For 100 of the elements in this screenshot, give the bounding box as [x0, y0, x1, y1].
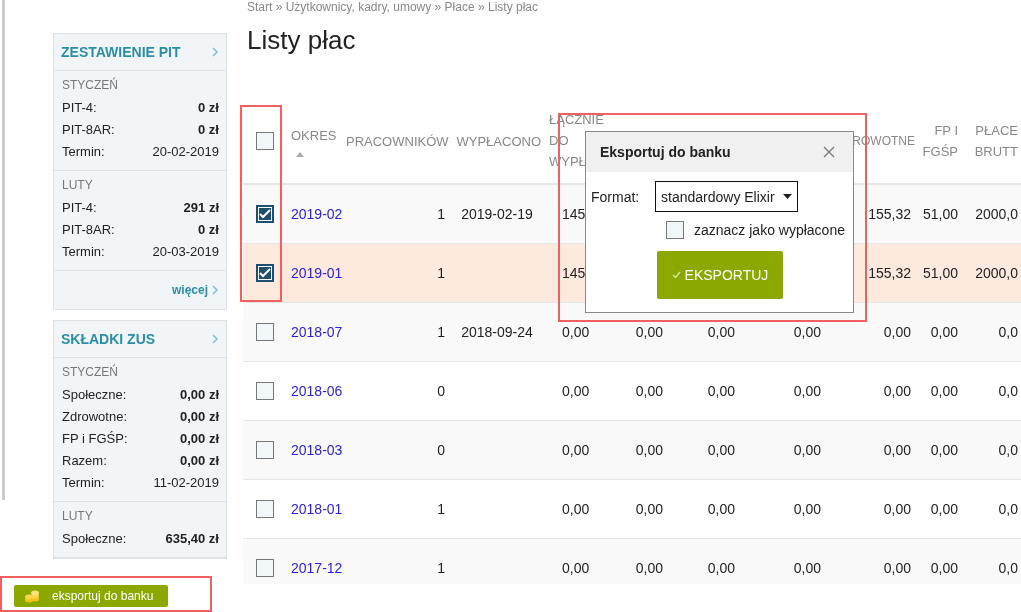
- table-cell: 0,00: [793, 442, 821, 458]
- format-label: Format:: [591, 188, 641, 205]
- table-cell: 0,00: [562, 324, 590, 340]
- table-cell: 0,00: [793, 324, 821, 340]
- export-button[interactable]: EKSPORTUJ: [657, 251, 783, 299]
- checkbox[interactable]: [256, 323, 274, 342]
- table-cell: 0,00: [635, 501, 663, 517]
- row-label: Społeczne:: [62, 530, 127, 548]
- table-cell: 0,00: [635, 560, 663, 576]
- table-cell: 51,00: [922, 206, 958, 222]
- row-value: 0,00 zł: [179, 430, 219, 448]
- period-link[interactable]: 2018-06: [291, 383, 343, 399]
- row-label: PIT-4:: [62, 99, 97, 117]
- table-cell: 0,00: [707, 560, 735, 576]
- table-cell: 0,00: [930, 501, 958, 517]
- checkbox[interactable]: [256, 559, 274, 578]
- row-label: Zdrowotne:: [62, 408, 128, 426]
- column-header[interactable]: OKRES: [291, 125, 337, 146]
- checkbox[interactable]: [256, 500, 274, 519]
- column-header[interactable]: PRACOWNIKÓW: [346, 130, 449, 152]
- row-value: 291 zł: [183, 199, 219, 217]
- table-cell: 155,32: [868, 206, 911, 222]
- row-value: 0 zł: [198, 99, 219, 117]
- period-link[interactable]: 2019-01: [291, 265, 343, 281]
- table-cell: 155,32: [868, 265, 911, 281]
- row-label: Termin:: [62, 243, 105, 261]
- period-link[interactable]: 2018-07: [291, 324, 343, 340]
- table-cell: 1: [437, 265, 445, 281]
- checkbox[interactable]: [256, 382, 274, 401]
- check-icon: [671, 271, 681, 279]
- table-cell: 0,00: [883, 324, 911, 340]
- table-cell: 0,00: [707, 383, 735, 399]
- export-to-bank-button[interactable]: eksportuj do banku: [14, 585, 168, 607]
- column-header[interactable]: WYPŁACONO: [456, 130, 541, 152]
- table-cell: 0,00: [707, 501, 735, 517]
- row-label: PIT-4:: [62, 199, 97, 217]
- table-cell: 0,00: [793, 560, 821, 576]
- table-cell: 1: [437, 324, 445, 340]
- row-value: 11-02-2019: [153, 474, 219, 492]
- table-cell: 0,0: [998, 442, 1018, 458]
- table-cell: 1: [437, 560, 445, 576]
- table-cell: 0,00: [707, 442, 735, 458]
- row-value: 0 zł: [198, 121, 219, 139]
- table-cell: 0,00: [707, 324, 735, 340]
- table-cell: 0,00: [930, 442, 958, 458]
- table-cell: 0,00: [883, 442, 911, 458]
- caret-icon[interactable]: [782, 194, 792, 199]
- row-value: 0 zł: [198, 221, 219, 239]
- table-cell: 0,0: [998, 383, 1018, 399]
- table-cell: 2018-09-24: [461, 324, 533, 340]
- table-cell: 0,00: [883, 501, 911, 517]
- row-label: Termin:: [62, 474, 105, 492]
- coins-icon: [24, 588, 40, 604]
- row-label: Razem:: [62, 452, 107, 470]
- table-cell: 0,00: [930, 560, 958, 576]
- table-cell: 0: [437, 383, 445, 399]
- checkbox[interactable]: [256, 264, 274, 283]
- row-value: 0,00 zł: [179, 386, 219, 404]
- period-link[interactable]: 2017-12: [291, 560, 343, 576]
- more-link[interactable]: więcej: [171, 283, 208, 297]
- format-select[interactable]: standardowy Elixir: [655, 181, 798, 212]
- checkbox[interactable]: [256, 132, 274, 150]
- row-label: PIT-8AR:: [62, 221, 115, 239]
- checkbox-label[interactable]: zaznacz jako wypłacone: [694, 222, 845, 238]
- period-link[interactable]: 2019-02: [291, 206, 343, 222]
- section-heading: STYCZEŃ: [62, 365, 119, 379]
- row-label: Termin:: [62, 143, 105, 161]
- table-cell: 0,00: [930, 383, 958, 399]
- table-cell: 2000,0: [975, 265, 1018, 281]
- table-cell: 0,0: [998, 501, 1018, 517]
- table-cell: 0,00: [883, 560, 911, 576]
- table-cell: 0,00: [930, 324, 958, 340]
- table-cell: 0,00: [635, 442, 663, 458]
- table-cell: 0,0: [998, 560, 1018, 576]
- table-cell: 1: [437, 501, 445, 517]
- table-cell: 0,00: [793, 383, 821, 399]
- row-label: Społeczne:: [62, 386, 127, 404]
- table-cell: 2019-02-19: [461, 206, 533, 222]
- table-cell: 145: [562, 206, 586, 222]
- section-heading: STYCZEŃ: [62, 78, 119, 92]
- close-icon[interactable]: [823, 146, 835, 158]
- panel-title[interactable]: ZESTAWIENIE PIT: [61, 44, 181, 60]
- table-cell: 145: [562, 265, 586, 281]
- row-value: 0,00 zł: [179, 408, 219, 426]
- checkbox[interactable]: [256, 205, 274, 224]
- checkbox[interactable]: [666, 221, 684, 239]
- column-header[interactable]: FP I FGŚP: [919, 120, 958, 162]
- table-cell: 0,00: [562, 442, 590, 458]
- panel-title[interactable]: SKŁADKI ZUS: [61, 331, 156, 347]
- table-cell: 51,00: [922, 265, 958, 281]
- period-link[interactable]: 2018-03: [291, 442, 343, 458]
- table-cell: 0,00: [562, 383, 590, 399]
- table-cell: 0,00: [635, 383, 663, 399]
- checkbox[interactable]: [256, 441, 274, 460]
- column-header[interactable]: PŁACE BRUTT: [966, 120, 1018, 162]
- page-title: Listy płac: [247, 25, 357, 57]
- period-link[interactable]: 2018-01: [291, 501, 343, 517]
- table-cell: 2000,0: [975, 206, 1018, 222]
- table-cell: 1: [437, 206, 445, 222]
- section-heading: LUTY: [62, 178, 94, 192]
